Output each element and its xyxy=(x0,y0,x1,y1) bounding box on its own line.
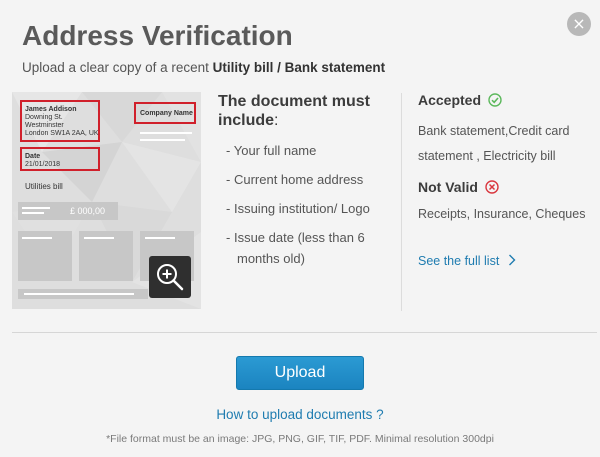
upload-button[interactable]: Upload xyxy=(236,356,364,390)
sample-document-image: James Addison Downing St. Westminster Lo… xyxy=(12,92,201,309)
how-to-upload-link[interactable]: How to upload documents ? xyxy=(0,407,600,422)
list-item: - Your full name xyxy=(226,143,317,158)
requirements-title-colon: : xyxy=(274,112,279,129)
vertical-divider xyxy=(401,93,402,311)
doc-amount: £ 000,00 xyxy=(70,206,106,216)
zoom-in-icon xyxy=(157,264,184,291)
doc-address-line3: London SW1A 2AA, UK xyxy=(25,130,99,137)
accepted-documents: Bank statement,Credit card statement , E… xyxy=(418,124,570,163)
file-format-note: *File format must be an image: JPG, PNG,… xyxy=(106,433,494,445)
subtitle-document-types: Utility bill / Bank statement xyxy=(212,60,386,75)
subtitle-text: Upload a clear copy of a recent xyxy=(22,60,213,75)
list-item: - Current home address xyxy=(226,172,364,187)
not-valid-heading: Not Valid xyxy=(418,179,499,195)
bullet: - xyxy=(226,201,231,216)
not-valid-documents: Receipts, Insurance, Cheques xyxy=(418,207,586,221)
requirements-list: - Your full name - Current home address … xyxy=(226,140,370,269)
list-item: - Issue date (less than 6 xyxy=(226,230,365,245)
see-full-list-link[interactable]: See the full list xyxy=(418,254,516,268)
bullet: - xyxy=(226,143,231,158)
x-circle-icon xyxy=(485,180,499,194)
requirements-title-line1: The document must xyxy=(218,93,371,110)
requirements-title-line2: include xyxy=(218,112,275,129)
doc-company-name: Company Name xyxy=(140,110,193,117)
horizontal-divider xyxy=(12,332,597,333)
page-subtitle: Upload a clear copy of a recent Utility … xyxy=(22,60,385,75)
bullet: - xyxy=(226,230,231,245)
close-button[interactable]: × xyxy=(567,12,591,36)
list-item-continuation: months old) xyxy=(237,251,305,266)
chevron-right-icon xyxy=(508,254,516,266)
accepted-heading: Accepted xyxy=(418,92,502,108)
zoom-button[interactable] xyxy=(149,256,191,298)
page-title: Address Verification xyxy=(22,20,293,51)
doc-date-value: 21/01/2018 xyxy=(25,161,61,168)
doc-bill-type: Utilities bill xyxy=(25,182,63,191)
check-circle-icon xyxy=(488,93,502,107)
list-item: - Issuing institution/ Logo xyxy=(226,201,370,216)
requirements-title: The document must include: xyxy=(218,92,370,130)
bullet: - xyxy=(226,172,231,187)
